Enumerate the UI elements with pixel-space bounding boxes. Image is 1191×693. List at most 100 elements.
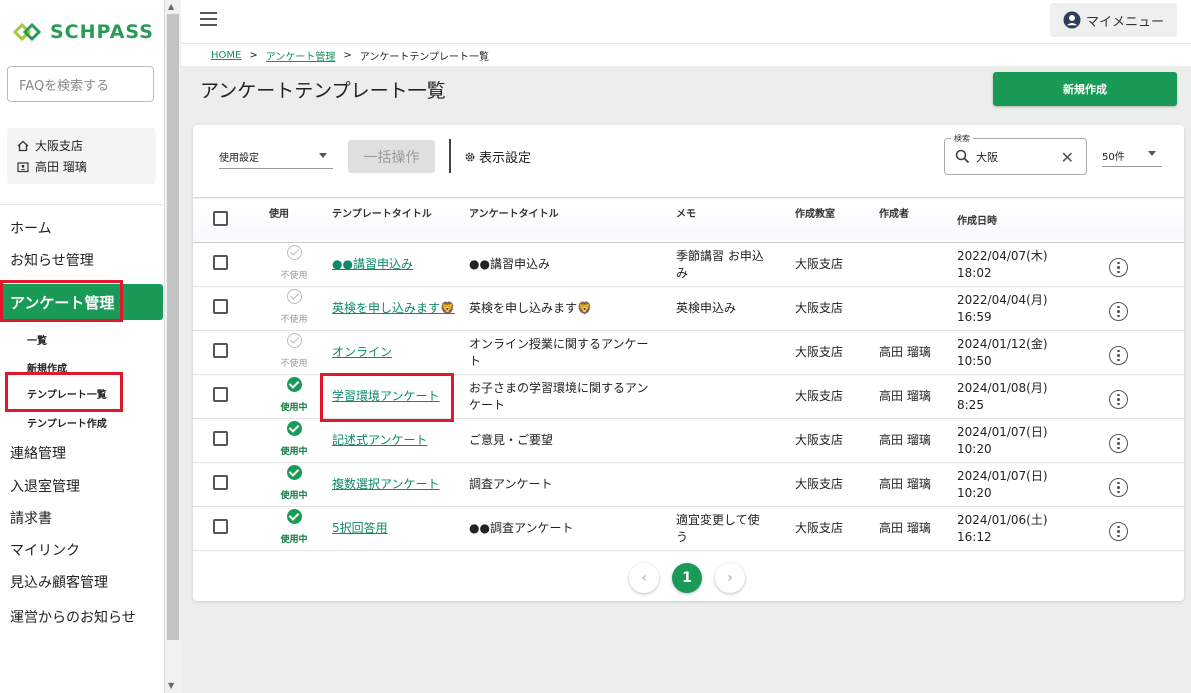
use-status[interactable]: 不使用 [256, 287, 332, 331]
table-row: 使用中 複数選択アンケート 調査アンケート 大阪支店 高田 瑠璃 2024/01… [193, 463, 1184, 507]
prev-page-button[interactable]: ‹ [629, 563, 659, 593]
account-circle-icon [1063, 11, 1081, 29]
breadcrumb-survey[interactable]: アンケート管理 [266, 48, 336, 63]
gear-icon [465, 152, 475, 161]
sidebar-item-invoice[interactable]: 請求書 [0, 506, 165, 530]
row-checkbox[interactable] [213, 474, 228, 490]
next-page-button[interactable]: › [715, 563, 745, 593]
creator: 高田 瑠璃 [879, 477, 931, 491]
use-status[interactable]: 不使用 [256, 243, 332, 287]
row-checkbox[interactable] [213, 430, 228, 446]
use-status-label: 使用中 [280, 534, 308, 545]
template-title-link[interactable]: オンライン [332, 345, 392, 359]
my-menu-label: マイメニュー [1085, 14, 1164, 30]
sidebar-item-attendance[interactable]: 入退室管理 [0, 474, 165, 498]
clear-search-icon[interactable]: ✕ [1061, 148, 1074, 167]
search-value: 大阪 [976, 150, 998, 164]
use-status-label: 使用中 [280, 490, 308, 501]
use-setting-select[interactable]: 使用設定 [219, 145, 333, 169]
more-options-icon[interactable] [1109, 433, 1128, 453]
more-options-icon[interactable] [1109, 477, 1128, 497]
memo [676, 419, 795, 463]
pagination: ‹ 1 › [629, 563, 745, 593]
header-template-title[interactable]: テンプレートタイトル [332, 198, 469, 243]
sidebar-item-contact[interactable]: 連絡管理 [0, 441, 165, 465]
per-page-select[interactable]: 50件 [1102, 145, 1162, 167]
check-circle-outline-icon [286, 288, 302, 304]
display-setting-button[interactable]: 表示設定 [464, 147, 531, 166]
bulk-action-button[interactable]: 一括操作 [348, 140, 435, 173]
creator: 高田 瑠璃 [879, 345, 931, 359]
table-row: 不使用 英検を申し込みます🦁 英検を申し込みます🦁 英検申込み 大阪支店 202… [193, 287, 1184, 331]
sidebar-item-prospects[interactable]: 見込み顧客管理 [0, 570, 165, 594]
header-survey-title[interactable]: アンケートタイトル [469, 198, 676, 243]
hamburger-menu-icon[interactable] [200, 12, 217, 26]
template-title-link[interactable]: 5択回答用 [332, 521, 388, 535]
template-title-link[interactable]: 複数選択アンケート [332, 477, 440, 491]
row-checkbox[interactable] [213, 386, 228, 402]
use-status[interactable]: 使用中 [256, 463, 332, 507]
breadcrumb-separator: > [343, 49, 352, 61]
use-status[interactable]: 不使用 [256, 331, 332, 375]
row-checkbox[interactable] [213, 254, 228, 270]
more-options-icon[interactable] [1109, 257, 1128, 277]
logo[interactable]: SCHPASS [12, 20, 154, 44]
row-checkbox[interactable] [213, 342, 228, 358]
subnav-template-create[interactable]: テンプレート作成 [27, 415, 107, 430]
check-circle-icon [286, 376, 302, 392]
sidebar-item-operator-news[interactable]: 運営からのお知らせ [0, 605, 165, 629]
survey-title: ご意見・ご要望 [469, 433, 554, 447]
sidebar-divider [0, 204, 165, 205]
memo [676, 463, 795, 507]
header-memo[interactable]: メモ [676, 198, 795, 243]
subnav-list[interactable]: 一覧 [27, 332, 47, 347]
highlight-box-template-row [320, 373, 454, 422]
new-template-button[interactable]: 新規作成 [993, 72, 1177, 106]
row-checkbox[interactable] [213, 518, 228, 534]
use-status-label: 不使用 [280, 270, 308, 281]
select-all-checkbox[interactable] [213, 211, 228, 226]
toolbar-divider [449, 139, 451, 173]
template-title-link[interactable]: 記述式アンケート [332, 433, 428, 447]
memo: 英検申込み [676, 301, 737, 315]
header-creator[interactable]: 作成者 [879, 198, 957, 243]
created-date: 2024/01/12(金) 10:50 [957, 336, 1048, 368]
template-title-link[interactable]: ●●講習申込み [332, 257, 413, 271]
classroom: 大阪支店 [795, 521, 844, 535]
template-title-link[interactable]: 英検を申し込みます🦁 [332, 301, 455, 315]
my-menu-button[interactable]: マイメニュー [1050, 3, 1177, 37]
more-options-icon[interactable] [1109, 521, 1128, 541]
sidebar-item-home[interactable]: ホーム [0, 216, 165, 240]
logo-text: SCHPASS [50, 21, 154, 43]
template-list-card: 使用設定 一括操作 表示設定 大阪 ✕ 検索 50件 使用 テンプレートタイトル… [193, 125, 1184, 601]
scroll-up-icon[interactable]: ▲ [168, 2, 174, 11]
faq-search-input[interactable]: FAQを検索する [7, 66, 154, 102]
more-options-icon[interactable] [1109, 389, 1128, 409]
page-button-current[interactable]: 1 [672, 563, 702, 593]
created-date: 2024/01/06(土) 16:12 [957, 512, 1048, 544]
use-status-label: 不使用 [280, 314, 308, 325]
header-date[interactable]: 作成日時 [957, 198, 1107, 243]
created-date: 2022/04/04(月) 16:59 [957, 292, 1048, 324]
header-classroom[interactable]: 作成教室 [795, 198, 879, 243]
scroll-down-icon[interactable]: ▼ [168, 681, 174, 690]
use-status[interactable]: 使用中 [256, 419, 332, 463]
sidebar-scroll-thumb[interactable] [167, 14, 179, 640]
use-status[interactable]: 使用中 [256, 507, 332, 551]
classroom: 大阪支店 [795, 301, 844, 315]
creator: 高田 瑠璃 [879, 389, 931, 403]
memo [676, 375, 795, 419]
breadcrumb-home[interactable]: HOME [211, 50, 241, 61]
more-options-icon[interactable] [1109, 301, 1128, 321]
created-date: 2024/01/07(日) 10:20 [957, 424, 1048, 456]
highlight-box-survey [0, 280, 123, 322]
table-row: 不使用 ●●講習申込み ●●講習申込み 季節講習 お申込み 大阪支店 2022/… [193, 243, 1184, 287]
survey-title: ●●調査アンケート [469, 521, 574, 535]
row-checkbox[interactable] [213, 298, 228, 314]
more-options-icon[interactable] [1109, 345, 1128, 365]
sidebar-item-mylink[interactable]: マイリンク [0, 538, 165, 562]
per-page-value: 50件 [1102, 152, 1125, 163]
top-bar: マイメニュー [181, 0, 1191, 44]
sidebar-item-notice[interactable]: お知らせ管理 [0, 248, 165, 272]
creator: 高田 瑠璃 [879, 433, 931, 447]
